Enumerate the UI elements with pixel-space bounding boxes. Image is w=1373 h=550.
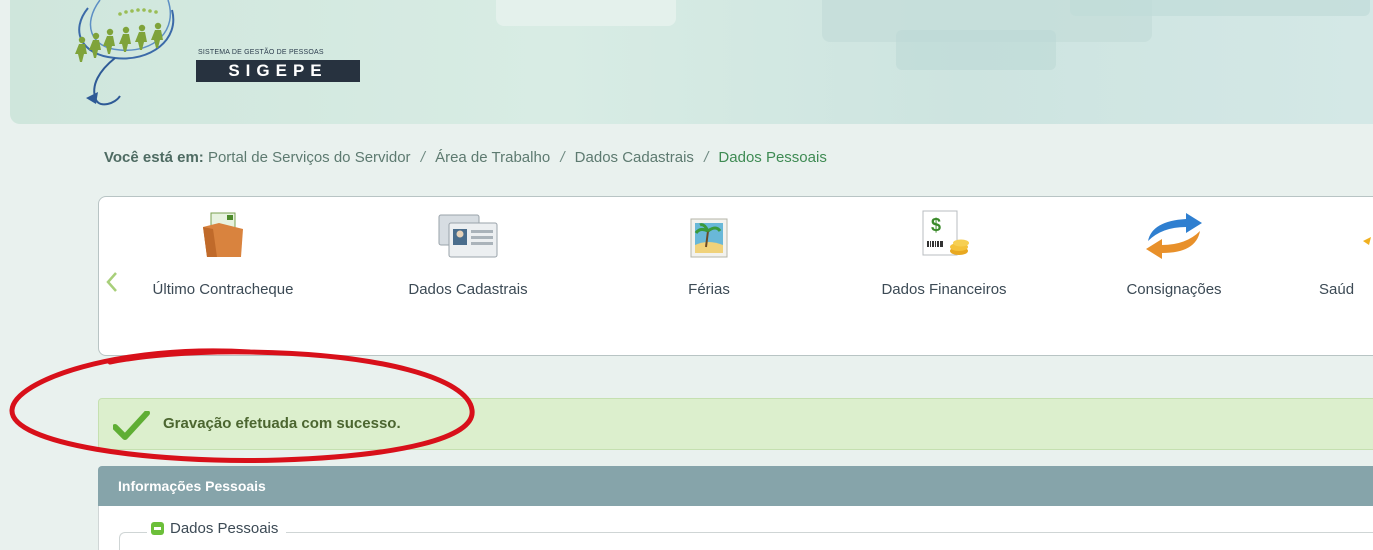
exchange-arrows-icon <box>1146 213 1202 259</box>
panel-title: Informações Pessoais <box>118 478 266 494</box>
system-name-badge: SIGEPE <box>196 60 360 82</box>
system-subtitle: SISTEMA DE GESTÃO DE PESSOAS <box>198 49 324 56</box>
breadcrumb: Você está em: Portal de Serviços do Serv… <box>104 149 827 166</box>
sigepe-logo-icon[interactable] <box>60 0 200 112</box>
header-decoration <box>1070 0 1370 16</box>
carousel-item-label: Último Contracheque <box>152 281 294 298</box>
carousel-item-label: Consignações <box>1126 281 1222 298</box>
carousel-item-label: Saúd <box>1319 281 1355 298</box>
carousel-item-label: Dados Cadastrais <box>408 281 528 298</box>
carousel-item-ferias[interactable]: Férias <box>659 205 759 298</box>
section-legend-label: Dados Pessoais <box>170 520 279 537</box>
header-decoration <box>896 30 1056 70</box>
red-circle-annotation <box>9 348 475 463</box>
folder-icon <box>203 212 243 257</box>
chevron-left-icon[interactable] <box>105 271 119 293</box>
breadcrumb-item-dados-pessoais: Dados Pessoais <box>718 149 827 166</box>
carousel-item-dados-cadastrais[interactable]: Dados Cadastrais <box>393 205 543 298</box>
breadcrumb-item-area-trabalho[interactable]: Área de Trabalho <box>435 149 550 166</box>
svg-text:$: $ <box>931 215 941 235</box>
panel-header: Informações Pessoais <box>98 466 1373 506</box>
page-header: SISTEMA DE GESTÃO DE PESSOAS SIGEPE <box>10 0 1373 124</box>
panel-body: Dados Pessoais <box>98 506 1373 550</box>
carousel-item-consignacoes[interactable]: Consignações <box>1109 205 1239 298</box>
carousel-item-ultimo-contracheque[interactable]: Último Contracheque <box>143 205 303 298</box>
breadcrumb-separator: / <box>420 149 425 166</box>
breadcrumb-item-portal[interactable]: Portal de Serviços do Servidor <box>208 149 411 166</box>
money-document-icon: $ <box>922 210 969 256</box>
header-decoration <box>496 0 676 26</box>
id-card-icon <box>438 214 498 258</box>
carousel-item-saude[interactable]: Saúd <box>1309 205 1373 298</box>
fieldset-border <box>119 532 1373 550</box>
services-carousel: Último Contracheque Dados Cadastrais Fér… <box>98 196 1373 356</box>
health-icon <box>1363 237 1371 245</box>
breadcrumb-separator: / <box>560 149 565 166</box>
carousel-item-label: Férias <box>688 281 730 298</box>
breadcrumb-item-dados-cadastrais[interactable]: Dados Cadastrais <box>575 149 694 166</box>
carousel-item-dados-financeiros[interactable]: $ Dados Financeiros <box>859 205 1029 298</box>
collapse-icon[interactable] <box>151 522 164 535</box>
section-dados-pessoais[interactable]: Dados Pessoais <box>147 520 287 537</box>
breadcrumb-label: Você está em: <box>104 149 204 166</box>
breadcrumb-separator: / <box>704 149 709 166</box>
carousel-item-label: Dados Financeiros <box>881 281 1007 298</box>
beach-picture-icon <box>690 218 728 258</box>
